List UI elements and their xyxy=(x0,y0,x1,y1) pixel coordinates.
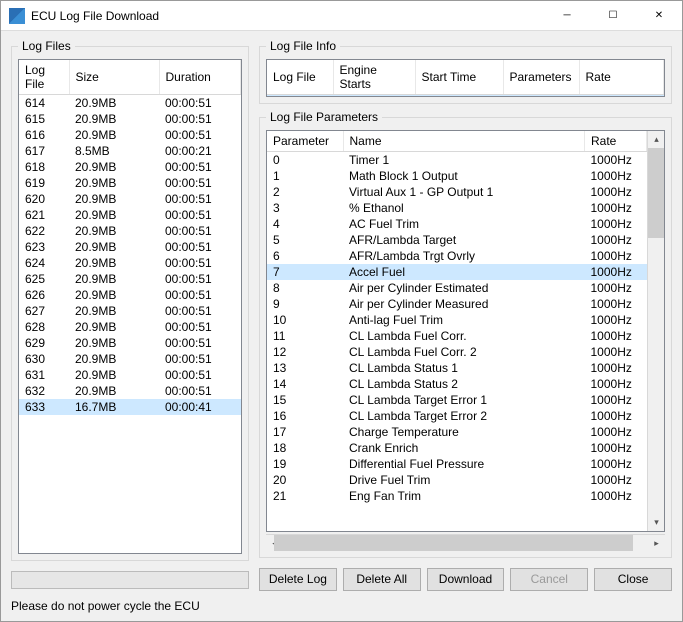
close-dialog-button[interactable]: Close xyxy=(594,568,672,591)
status-text: Please do not power cycle the ECU xyxy=(1,595,682,621)
log-files-legend: Log Files xyxy=(18,39,75,53)
table-row[interactable]: 62720.9MB00:00:51 xyxy=(19,303,241,319)
cancel-button: Cancel xyxy=(510,568,588,591)
scroll-down-icon[interactable]: ▾ xyxy=(648,514,665,531)
dialog-window: ECU Log File Download ─ ☐ ✕ Log Files Lo… xyxy=(0,0,683,622)
table-row[interactable]: 63120.9MB00:00:51 xyxy=(19,367,241,383)
table-row[interactable]: 61420.9MB00:00:51 xyxy=(19,95,241,112)
table-row[interactable]: 61920.9MB00:00:51 xyxy=(19,175,241,191)
maximize-button[interactable]: ☐ xyxy=(590,1,636,31)
info-row[interactable]: 633 177 8663.847s 101 404kB/s xyxy=(267,95,664,98)
table-row[interactable]: 62120.9MB00:00:51 xyxy=(19,207,241,223)
info-table: Log File Engine Starts Start Time Parame… xyxy=(267,60,664,97)
table-row[interactable]: 5AFR/Lambda Target1000Hz xyxy=(267,232,647,248)
table-row[interactable]: 62420.9MB00:00:51 xyxy=(19,255,241,271)
scroll-up-icon[interactable]: ▴ xyxy=(648,131,665,148)
params-table: Parameter Name Rate 0Timer 11000Hz1Math … xyxy=(267,131,647,504)
table-row[interactable]: 61820.9MB00:00:51 xyxy=(19,159,241,175)
minimize-icon: ─ xyxy=(563,10,570,21)
col-info-logfile[interactable]: Log File xyxy=(267,60,333,95)
log-file-info-panel: Log File Info Log File Engine Starts Sta… xyxy=(259,39,672,104)
col-parameter[interactable]: Parameter xyxy=(267,131,343,152)
col-size[interactable]: Size xyxy=(69,60,159,95)
table-row[interactable]: 63220.9MB00:00:51 xyxy=(19,383,241,399)
table-row[interactable]: 1Math Block 1 Output1000Hz xyxy=(267,168,647,184)
table-row[interactable]: 62620.9MB00:00:51 xyxy=(19,287,241,303)
vertical-scrollbar[interactable]: ▴ ▾ xyxy=(647,131,664,531)
table-row[interactable]: 62020.9MB00:00:51 xyxy=(19,191,241,207)
horizontal-scrollbar[interactable]: ◂ ▸ xyxy=(266,534,665,551)
table-row[interactable]: 20Drive Fuel Trim1000Hz xyxy=(267,472,647,488)
table-row[interactable]: 2Virtual Aux 1 - GP Output 11000Hz xyxy=(267,184,647,200)
table-row[interactable]: 8Air per Cylinder Estimated1000Hz xyxy=(267,280,647,296)
col-info-params[interactable]: Parameters xyxy=(503,60,579,95)
close-button[interactable]: ✕ xyxy=(636,1,682,31)
col-duration[interactable]: Duration xyxy=(159,60,241,95)
col-info-rate[interactable]: Rate xyxy=(579,60,664,95)
table-row[interactable]: 3% Ethanol1000Hz xyxy=(267,200,647,216)
table-row[interactable]: 62920.9MB00:00:51 xyxy=(19,335,241,351)
col-info-starttime[interactable]: Start Time xyxy=(415,60,503,95)
log-file-params-panel: Log File Parameters Parameter Name Rate … xyxy=(259,110,672,558)
scroll-thumb[interactable] xyxy=(648,148,664,238)
params-table-wrap[interactable]: Parameter Name Rate 0Timer 11000Hz1Math … xyxy=(267,131,647,531)
log-file-params-legend: Log File Parameters xyxy=(266,110,382,124)
log-files-table: Log File Size Duration 61420.9MB00:00:51… xyxy=(19,60,241,415)
table-row[interactable]: 18Crank Enrich1000Hz xyxy=(267,440,647,456)
table-row[interactable]: 0Timer 11000Hz xyxy=(267,152,647,169)
download-button[interactable]: Download xyxy=(427,568,505,591)
col-info-starts[interactable]: Engine Starts xyxy=(333,60,415,95)
table-row[interactable]: 6AFR/Lambda Trgt Ovrly1000Hz xyxy=(267,248,647,264)
table-row[interactable]: 62820.9MB00:00:51 xyxy=(19,319,241,335)
table-row[interactable]: 7Accel Fuel1000Hz xyxy=(267,264,647,280)
table-row[interactable]: 62520.9MB00:00:51 xyxy=(19,271,241,287)
table-row[interactable]: 62220.9MB00:00:51 xyxy=(19,223,241,239)
table-row[interactable]: 4AC Fuel Trim1000Hz xyxy=(267,216,647,232)
table-row[interactable]: 15CL Lambda Target Error 11000Hz xyxy=(267,392,647,408)
table-row[interactable]: 17Charge Temperature1000Hz xyxy=(267,424,647,440)
col-name[interactable]: Name xyxy=(343,131,585,152)
app-icon xyxy=(9,8,25,24)
log-files-table-wrap[interactable]: Log File Size Duration 61420.9MB00:00:51… xyxy=(18,59,242,554)
log-file-info-legend: Log File Info xyxy=(266,39,340,53)
table-row[interactable]: 62320.9MB00:00:51 xyxy=(19,239,241,255)
table-row[interactable]: 21Eng Fan Trim1000Hz xyxy=(267,488,647,504)
window-title: ECU Log File Download xyxy=(31,9,544,23)
col-log-file[interactable]: Log File xyxy=(19,60,69,95)
table-row[interactable]: 63316.7MB00:00:41 xyxy=(19,399,241,415)
table-row[interactable]: 6178.5MB00:00:21 xyxy=(19,143,241,159)
table-row[interactable]: 10Anti-lag Fuel Trim1000Hz xyxy=(267,312,647,328)
table-row[interactable]: 11CL Lambda Fuel Corr.1000Hz xyxy=(267,328,647,344)
table-row[interactable]: 14CL Lambda Status 21000Hz xyxy=(267,376,647,392)
minimize-button[interactable]: ─ xyxy=(544,1,590,31)
table-row[interactable]: 12CL Lambda Fuel Corr. 21000Hz xyxy=(267,344,647,360)
table-row[interactable]: 9Air per Cylinder Measured1000Hz xyxy=(267,296,647,312)
delete-log-button[interactable]: Delete Log xyxy=(259,568,337,591)
table-row[interactable]: 19Differential Fuel Pressure1000Hz xyxy=(267,456,647,472)
hscroll-thumb[interactable] xyxy=(274,535,633,551)
close-icon: ✕ xyxy=(655,10,663,21)
scroll-right-icon[interactable]: ▸ xyxy=(648,535,665,552)
progress-bar xyxy=(11,571,249,589)
info-table-wrap[interactable]: Log File Engine Starts Start Time Parame… xyxy=(266,59,665,97)
table-row[interactable]: 63020.9MB00:00:51 xyxy=(19,351,241,367)
delete-all-button[interactable]: Delete All xyxy=(343,568,421,591)
col-rate[interactable]: Rate xyxy=(585,131,647,152)
table-row[interactable]: 61520.9MB00:00:51 xyxy=(19,111,241,127)
log-files-panel: Log Files Log File Size Duration 61420.9… xyxy=(11,39,249,561)
maximize-icon: ☐ xyxy=(609,10,618,21)
titlebar[interactable]: ECU Log File Download ─ ☐ ✕ xyxy=(1,1,682,31)
table-row[interactable]: 61620.9MB00:00:51 xyxy=(19,127,241,143)
table-row[interactable]: 13CL Lambda Status 11000Hz xyxy=(267,360,647,376)
table-row[interactable]: 16CL Lambda Target Error 21000Hz xyxy=(267,408,647,424)
